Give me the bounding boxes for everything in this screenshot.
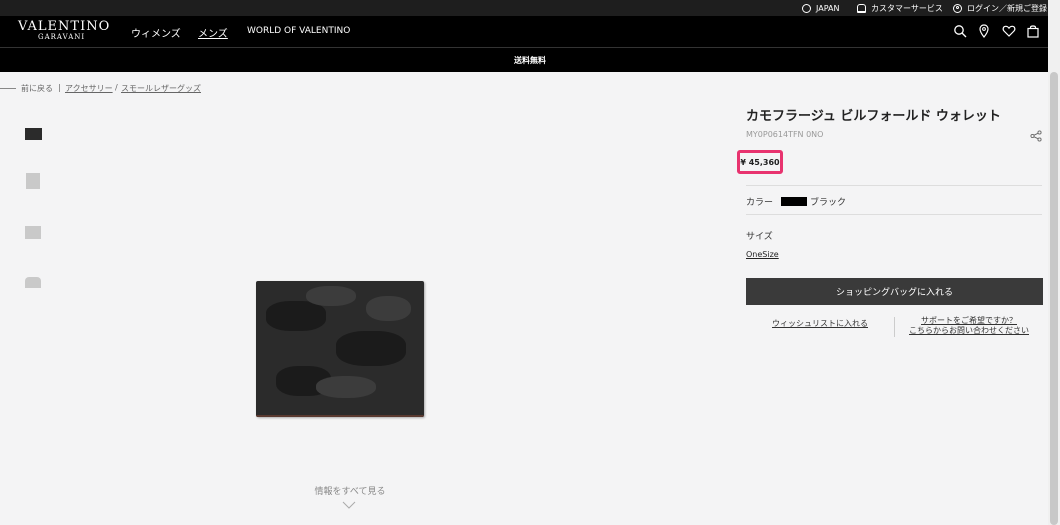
- thumbnail-image: [26, 173, 40, 189]
- add-to-cart-button[interactable]: ショッピングバッグに入れる: [746, 278, 1043, 305]
- globe-icon: [802, 3, 811, 13]
- thumbnail-image: [25, 225, 41, 239]
- breadcrumb-accessories[interactable]: アクセサリー: [65, 83, 113, 94]
- search-icon[interactable]: [953, 24, 967, 38]
- price-highlight: ¥ 45,360: [737, 150, 783, 174]
- support-line-1: サポートをご希望ですか？: [921, 316, 1017, 325]
- user-icon: [953, 3, 962, 13]
- breadcrumb-small-leather-goods[interactable]: スモールレザーグッズ: [121, 83, 201, 94]
- login-label: ログイン／新規ご登録: [967, 3, 1047, 13]
- bag-icon[interactable]: [1026, 24, 1040, 38]
- chevron-down-icon[interactable]: [342, 500, 356, 510]
- location-icon[interactable]: [977, 24, 991, 38]
- nav-mens[interactable]: メンズ: [198, 25, 228, 40]
- customer-service-label: カスタマーサービス: [871, 3, 943, 13]
- headset-icon: [857, 3, 866, 13]
- free-shipping-banner: 送料無料: [0, 47, 1060, 72]
- product-title: カモフラージュ ビルフォールド ウォレット: [746, 109, 1001, 124]
- size-label: サイズ: [746, 232, 773, 242]
- color-label: カラー: [746, 198, 774, 208]
- divider: [894, 317, 895, 337]
- view-all-info-link[interactable]: 情報をすべて見る: [300, 484, 400, 497]
- divider: [746, 185, 1042, 186]
- thumbnail-4[interactable]: [22, 271, 44, 293]
- breadcrumb-line: [0, 88, 16, 89]
- login-link[interactable]: ログイン／新規ご登録: [953, 0, 1047, 16]
- back-link[interactable]: 前に戻る: [21, 83, 53, 94]
- scrollbar-thumb[interactable]: [1050, 72, 1058, 525]
- free-shipping-text: 送料無料: [514, 55, 546, 65]
- logo-subtitle: GARAVANI: [38, 33, 86, 41]
- divider: [746, 214, 1042, 215]
- thumbnail-1[interactable]: [22, 123, 44, 145]
- nav-womens[interactable]: ウィメンズ: [131, 25, 181, 40]
- thumbnail-image: [25, 276, 41, 288]
- color-value: ブラック: [810, 198, 847, 208]
- nav-world-of-valentino[interactable]: WORLD OF VALENTINO: [247, 26, 350, 36]
- thumbnail-2[interactable]: [22, 170, 44, 192]
- product-code: MY0P0614TFN 0NO: [746, 130, 824, 139]
- breadcrumb-separator: |: [58, 83, 61, 92]
- region-label: JAPAN: [816, 3, 840, 13]
- support-link[interactable]: サポートをご希望ですか？ こちらからお問い合わせください: [906, 316, 1032, 336]
- heart-icon[interactable]: [1002, 24, 1016, 38]
- product-image[interactable]: [256, 281, 424, 417]
- size-option[interactable]: OneSize: [746, 250, 779, 259]
- share-icon[interactable]: [1030, 130, 1042, 142]
- thumbnail-image: [24, 128, 42, 140]
- logo[interactable]: VALENTINO: [18, 19, 110, 34]
- region-selector[interactable]: JAPAN: [802, 0, 839, 16]
- thumbnail-3[interactable]: [22, 221, 44, 243]
- support-line-2: こちらからお問い合わせください: [909, 326, 1029, 335]
- add-to-wishlist-link[interactable]: ウィッシュリストに入れる: [772, 318, 868, 329]
- product-price: ¥ 45,360: [740, 157, 780, 167]
- breadcrumb-separator: /: [115, 83, 118, 92]
- color-swatch[interactable]: [781, 197, 807, 206]
- customer-service-link[interactable]: カスタマーサービス: [857, 0, 943, 16]
